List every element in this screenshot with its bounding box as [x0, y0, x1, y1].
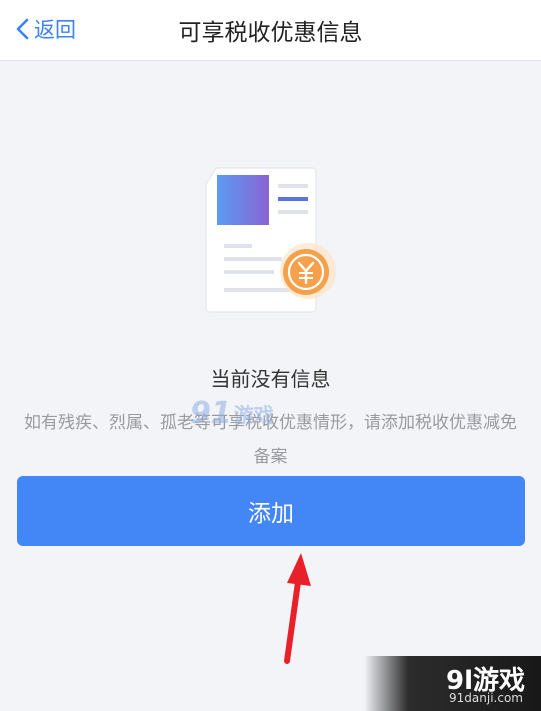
add-button[interactable]: 添加 — [17, 476, 525, 546]
red-arrow-annotation — [284, 553, 311, 664]
page-title: 可享税收优惠信息 — [178, 20, 363, 46]
watermark-domain: 91danji.com — [449, 691, 523, 705]
corner-watermark: 9l游戏 91danji.com — [364, 656, 541, 711]
watermark-text: 游戏 — [233, 402, 274, 427]
document-yen-icon — [205, 167, 336, 313]
nav-bar: 返回 可享税收优惠信息 — [0, 0, 541, 61]
watermark-number: 91 — [190, 395, 232, 431]
watermark-logo: 91 游戏 — [190, 388, 300, 438]
